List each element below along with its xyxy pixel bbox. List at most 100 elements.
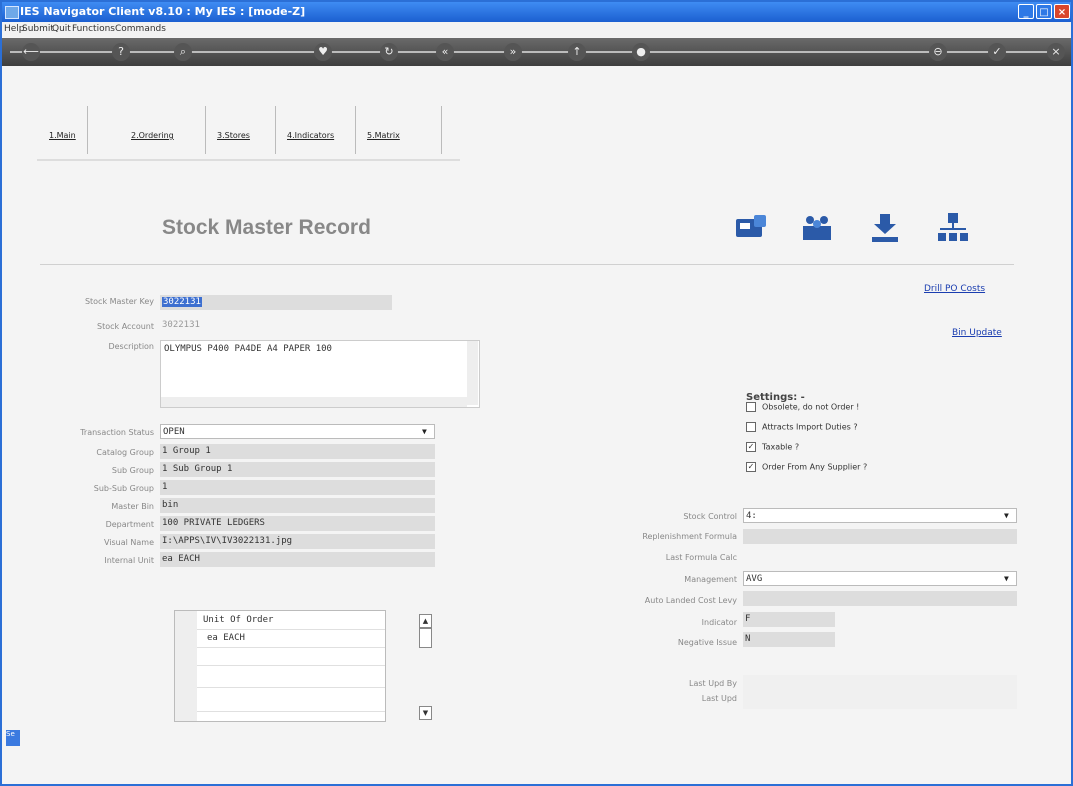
description-textarea[interactable]: OLYMPUS P400 PA4DE A4 PAPER 100	[160, 340, 480, 408]
divider	[40, 264, 1014, 265]
department-label: Department	[105, 520, 154, 529]
grid-scroll-up-button[interactable]: ▲	[419, 614, 432, 628]
users-group-icon[interactable]	[800, 211, 834, 245]
management-value: AVG	[746, 574, 763, 584]
sub-group-field[interactable]: 1 Sub Group 1	[160, 462, 435, 477]
app-icon	[5, 6, 19, 19]
unit-of-order-grid: Unit Of Order 1ea EACH	[174, 610, 386, 722]
toolbar-track	[10, 51, 1063, 53]
grid-scroll-thumb[interactable]	[419, 628, 432, 648]
side-panel-toggle[interactable]: Se	[6, 730, 20, 746]
drill-po-costs-link[interactable]: Drill PO Costs	[924, 284, 985, 294]
checkbox-label: Taxable ?	[762, 442, 800, 452]
sub-sub-group-field[interactable]: 1	[160, 480, 435, 495]
check-icon: ✓	[746, 442, 756, 452]
description-scrollbar[interactable]	[467, 341, 478, 405]
confirm-icon[interactable]: ✓	[988, 43, 1006, 61]
search-icon[interactable]: ⌕	[174, 43, 192, 61]
hierarchy-icon[interactable]	[936, 211, 970, 245]
master-bin-label: Master Bin	[111, 502, 154, 511]
checkbox-label: Attracts Import Duties ?	[762, 422, 858, 432]
taxable-checkbox[interactable]: ✓ Taxable ?	[746, 442, 799, 452]
table-row[interactable]	[175, 647, 385, 666]
tab-stores[interactable]: 3.Stores	[205, 106, 276, 154]
chevron-down-icon: ▼	[422, 427, 427, 436]
tab-label: 5.Matrix	[367, 131, 400, 140]
bin-update-link[interactable]: Bin Update	[952, 328, 1002, 338]
exit-icon[interactable]: ×	[1047, 43, 1065, 61]
back-icon[interactable]: ⟵	[22, 43, 40, 61]
last-upd-label: Last Upd	[701, 694, 737, 703]
stock-control-select[interactable]: 4: ▼	[743, 508, 1017, 523]
cancel-icon[interactable]: ⊖	[929, 43, 947, 61]
sub-sub-group-label: Sub-Sub Group	[93, 484, 154, 493]
replenishment-formula-field[interactable]	[743, 529, 1017, 544]
management-select[interactable]: AVG ▼	[743, 571, 1017, 586]
tab-label: 3.Stores	[217, 131, 250, 140]
catalog-group-label: Catalog Group	[96, 448, 154, 457]
tab-bar: 1.Main 2.Ordering 3.Stores 4.Indicators …	[37, 106, 460, 161]
rewind-icon[interactable]: «	[436, 43, 454, 61]
stock-account-field: 3022131	[162, 320, 200, 330]
last-formula-calc-label: Last Formula Calc	[665, 553, 737, 562]
auto-landed-cost-levy-label: Auto Landed Cost Levy	[644, 596, 737, 605]
checkbox-box	[746, 402, 756, 412]
table-row[interactable]: 1ea EACH	[175, 629, 385, 648]
tab-matrix[interactable]: 5.Matrix	[355, 106, 442, 154]
internal-unit-field[interactable]: ea EACH	[160, 552, 435, 567]
indicator-field[interactable]: F	[743, 612, 835, 627]
stock-master-key-field[interactable]: 3022131	[160, 295, 392, 310]
transaction-status-value: OPEN	[163, 427, 185, 437]
download-tray-icon[interactable]	[868, 211, 902, 245]
table-row[interactable]	[175, 693, 385, 712]
grid-header-label: Unit Of Order	[203, 615, 274, 625]
negative-issue-field[interactable]: N	[743, 632, 835, 647]
heart-icon[interactable]: ♥	[314, 43, 332, 61]
menu-commands[interactable]: Commands	[115, 24, 166, 34]
toolbar: ⟵ ? ⌕ ♥ ↻ « » ↑ ● ⊖ ✓ ×	[2, 38, 1071, 66]
visual-name-field[interactable]: I:\APPS\IV\IV3022131.jpg	[160, 534, 435, 549]
menu-quit[interactable]: Quit	[52, 24, 71, 34]
menu-bar: Help Submit Quit Functions Commands	[2, 22, 1071, 37]
chevron-down-icon: ▼	[1004, 574, 1009, 583]
tab-label: 2.Ordering	[131, 131, 174, 140]
last-upd-by-label: Last Upd By	[689, 679, 737, 688]
catalog-group-field[interactable]: 1 Group 1	[160, 444, 435, 459]
stock-card-icon[interactable]	[734, 211, 768, 245]
close-button[interactable]: ×	[1054, 4, 1070, 19]
tab-label: 4.Indicators	[287, 131, 335, 140]
any-supplier-checkbox[interactable]: ✓ Order From Any Supplier ?	[746, 462, 867, 472]
maximize-button[interactable]: □	[1036, 4, 1052, 19]
minimize-button[interactable]: _	[1018, 4, 1034, 19]
description-label: Description	[108, 342, 154, 351]
auto-landed-cost-levy-field[interactable]	[743, 591, 1017, 606]
import-duties-checkbox[interactable]: Attracts Import Duties ?	[746, 422, 858, 432]
menu-submit[interactable]: Submit	[22, 24, 54, 34]
description-hscrollbar[interactable]	[161, 397, 467, 407]
transaction-status-select[interactable]: OPEN ▼	[160, 424, 435, 439]
stock-account-label: Stock Account	[97, 322, 154, 331]
grid-scroll-down-button[interactable]: ▼	[419, 706, 432, 720]
master-bin-field[interactable]: bin	[160, 498, 435, 513]
indicator-label: Indicator	[701, 618, 737, 627]
main-content: 1.Main 2.Ordering 3.Stores 4.Indicators …	[2, 66, 1071, 784]
transaction-status-label: Transaction Status	[80, 428, 154, 437]
tab-ordering[interactable]: 2.Ordering	[119, 106, 206, 154]
obsolete-checkbox[interactable]: Obsolete, do not Order !	[746, 402, 859, 412]
table-row[interactable]	[175, 669, 385, 688]
export-icon[interactable]: ↑	[568, 43, 586, 61]
help-icon[interactable]: ?	[112, 43, 130, 61]
refresh-icon[interactable]: ↻	[380, 43, 398, 61]
department-field[interactable]: 100 PRIVATE LEDGERS	[160, 516, 435, 531]
tab-label: 1.Main	[49, 131, 76, 140]
record-icon[interactable]: ●	[632, 43, 650, 61]
tab-indicators[interactable]: 4.Indicators	[275, 106, 356, 154]
description-value: OLYMPUS P400 PA4DE A4 PAPER 100	[164, 344, 332, 354]
row-unit: ea EACH	[207, 633, 245, 643]
last-formula-calc-field	[743, 550, 1017, 565]
forward-icon[interactable]: »	[504, 43, 522, 61]
title-bar: IES Navigator Client v8.10 : My IES : [m…	[2, 2, 1071, 22]
negative-issue-label: Negative Issue	[677, 638, 737, 647]
menu-functions[interactable]: Functions	[72, 24, 115, 34]
tab-main[interactable]: 1.Main	[37, 106, 88, 154]
